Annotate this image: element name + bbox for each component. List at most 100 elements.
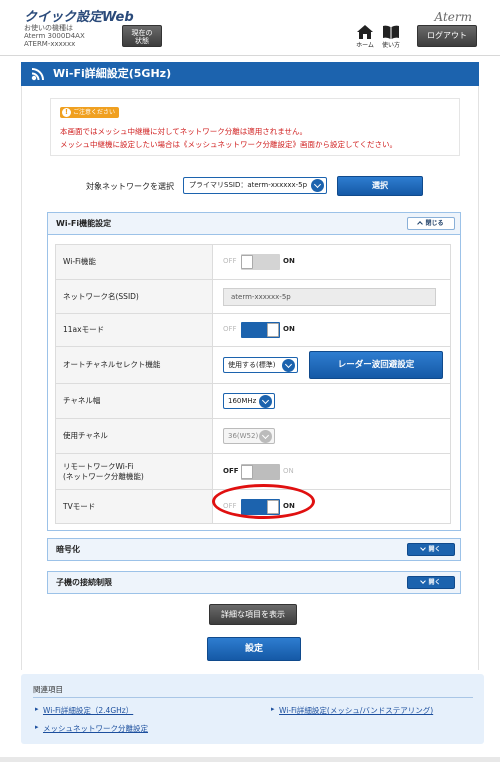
toggle-track xyxy=(241,463,280,480)
chevron-down-icon xyxy=(259,395,272,408)
caution-line: メッシュ中継機に設定したい場合は《メッシュネットワーク分離設定》画面から設定して… xyxy=(60,140,398,149)
toggle-on-label: ON xyxy=(283,466,294,475)
related-link-mesh-separation[interactable]: メッシュネットワーク分離設定 xyxy=(35,723,148,734)
chevron-down-icon xyxy=(311,179,324,192)
device-name: ATERM-xxxxxx xyxy=(24,40,76,48)
toggle-off-label: OFF xyxy=(223,466,239,475)
show-details-button[interactable]: 詳細な項目を表示 xyxy=(209,604,297,625)
select-network-button[interactable]: 選択 xyxy=(337,176,423,196)
header: クイック設定Web お使いの機種は Aterm 3000D4AX ATERM-x… xyxy=(0,0,500,56)
section-title: 子機の接続制限 xyxy=(56,578,112,587)
auto-channel-select[interactable]: 使用する(標準) xyxy=(223,357,298,373)
status-button-line1: 現在の xyxy=(131,29,153,37)
row-label: Wi-Fi機能 xyxy=(55,244,213,280)
table-row: Wi-Fi機能 OFF ON xyxy=(55,244,451,280)
row-value: 使用する(標準) レーダー波回避設定 xyxy=(212,346,451,384)
home-link[interactable]: ホーム xyxy=(354,25,376,49)
chevron-down-icon xyxy=(420,545,427,551)
channel-select[interactable]: 36(W52) xyxy=(223,428,275,444)
chevron-down-icon xyxy=(259,430,272,443)
connection-limit-section-header: 子機の接続制限 開く xyxy=(47,571,461,594)
auto-channel-value: 使用する(標準) xyxy=(228,361,276,369)
brand-logo: Aterm xyxy=(434,10,473,24)
ssid-field[interactable]: aterm-xxxxxx-5p xyxy=(223,287,436,306)
channel-width-select[interactable]: 160MHz xyxy=(223,393,275,409)
toggle-track xyxy=(241,254,280,270)
target-network-select[interactable]: プライマリSSID：aterm-xxxxxx-5p xyxy=(183,177,327,194)
chevron-down-icon xyxy=(282,359,295,372)
row-label-line: (ネットワーク分離機能) xyxy=(63,471,144,481)
section-title: 暗号化 xyxy=(56,545,80,554)
chevron-up-icon xyxy=(417,221,424,227)
radar-avoidance-button[interactable]: レーダー波回避設定 xyxy=(309,351,443,379)
toggle-on-label: ON xyxy=(283,325,295,333)
caution-badge-label: ご注意ください xyxy=(73,109,116,116)
highlight-circle xyxy=(212,484,315,519)
home-label: ホーム xyxy=(356,42,374,49)
row-label: リモートワークWi-Fi (ネットワーク分離機能) xyxy=(55,453,213,490)
page-title: Wi-Fi詳細設定(5GHz) xyxy=(53,67,172,80)
current-status-button[interactable]: 現在の 状態 xyxy=(122,25,162,47)
related-items: 関連項目 Wi-Fi詳細設定（2.4GHz） Wi-Fi詳細設定(メッシュ/バン… xyxy=(21,674,484,744)
home-icon xyxy=(357,25,373,39)
expand-connection-limit-button[interactable]: 開く xyxy=(407,576,455,589)
row-label: TVモード xyxy=(55,489,213,524)
device-model: Aterm 3000D4AX xyxy=(24,32,85,40)
row-value: OFF ON xyxy=(212,313,451,347)
row-value: 36(W52) xyxy=(212,418,451,454)
wifi-settings-section-header: Wi-Fi機能設定 閉じる xyxy=(47,212,461,235)
row-value: OFF ON xyxy=(212,244,451,280)
row-label: 使用チャネル xyxy=(55,418,213,454)
toggle-on-label: ON xyxy=(283,257,295,265)
page-title-bar: Wi-Fi詳細設定(5GHz) xyxy=(21,62,479,86)
section-title: Wi-Fi機能設定 xyxy=(56,219,112,228)
help-link[interactable]: 使い方 xyxy=(380,25,402,49)
caution-box: ! ご注意ください 本画面ではメッシュ中継機に対してネットワーク分離は適用されま… xyxy=(50,98,460,156)
expand-label: 開く xyxy=(428,579,441,586)
wifi-icon xyxy=(31,68,44,81)
status-button-line2: 状態 xyxy=(135,37,149,45)
caution-line: 本画面ではメッシュ中継機に対してネットワーク分離は適用されません。 xyxy=(60,127,308,136)
collapse-section-button[interactable]: 閉じる xyxy=(407,217,455,230)
toggle-off-label: OFF xyxy=(223,257,237,265)
table-row: ネットワーク名(SSID) aterm-xxxxxx-5p xyxy=(55,279,451,314)
help-label: 使い方 xyxy=(381,42,400,49)
toggle-knob xyxy=(241,255,253,269)
row-label: ネットワーク名(SSID) xyxy=(55,279,213,314)
table-row: チャネル幅 160MHz xyxy=(55,383,451,419)
collapse-label: 閉じる xyxy=(425,220,444,227)
encryption-section-header: 暗号化 開く xyxy=(47,538,461,561)
table-row: 使用チャネル 36(W52) xyxy=(55,418,451,454)
toggle-knob xyxy=(241,464,253,479)
footer-bar xyxy=(0,757,500,762)
app-title: クイック設定Web xyxy=(24,10,134,25)
channel-width-value: 160MHz xyxy=(228,397,257,405)
related-title: 関連項目 xyxy=(33,685,63,694)
expand-encryption-button[interactable]: 開く xyxy=(407,543,455,556)
set-button[interactable]: 設定 xyxy=(207,637,301,661)
book-icon xyxy=(383,25,399,39)
divider xyxy=(33,697,473,698)
target-network-value: プライマリSSID：aterm-xxxxxx-5p xyxy=(189,181,308,189)
caution-text: 本画面ではメッシュ中継機に対してネットワーク分離は適用されません。 メッシュ中継… xyxy=(60,125,397,151)
table-row: オートチャネルセレクト機能 使用する(標準) レーダー波回避設定 xyxy=(55,346,451,384)
channel-value: 36(W52) xyxy=(228,432,259,440)
row-label: オートチャネルセレクト機能 xyxy=(55,346,213,384)
caution-badge: ! ご注意ください xyxy=(60,107,120,118)
related-link-wifi-mesh[interactable]: Wi-Fi詳細設定(メッシュ/バンドステアリング) xyxy=(271,705,433,716)
row-value: 160MHz xyxy=(212,383,451,419)
wifi-settings-table: Wi-Fi機能 OFF ON ネットワーク名(SSID) aterm-xxxxx… xyxy=(55,244,451,524)
toggle-knob xyxy=(267,323,279,337)
logout-button[interactable]: ログアウト xyxy=(417,25,477,47)
target-network-label: 対象ネットワークを選択 xyxy=(86,182,174,191)
info-icon: ! xyxy=(62,108,71,117)
device-info: お使いの機種は Aterm 3000D4AX ATERM-xxxxxx xyxy=(24,24,85,48)
row-value: aterm-xxxxxx-5p xyxy=(212,279,451,314)
chevron-down-icon xyxy=(420,578,427,584)
table-row: 11axモード OFF ON xyxy=(55,313,451,347)
related-link-wifi-24ghz[interactable]: Wi-Fi詳細設定（2.4GHz） xyxy=(35,705,133,716)
expand-label: 開く xyxy=(428,546,441,553)
row-label: チャネル幅 xyxy=(55,383,213,419)
device-info-line: お使いの機種は xyxy=(24,24,73,32)
row-label: 11axモード xyxy=(55,313,213,347)
